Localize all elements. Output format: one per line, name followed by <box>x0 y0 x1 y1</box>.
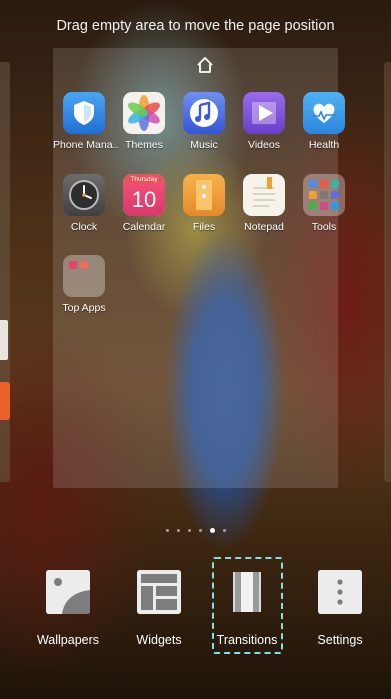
app-clock[interactable]: Clock <box>53 174 115 233</box>
widgets-icon <box>137 570 181 614</box>
clock-icon <box>63 174 105 216</box>
notepad-icon <box>243 174 285 216</box>
top-apps-folder-icon <box>63 255 105 297</box>
app-music[interactable]: Music <box>173 92 235 151</box>
app-health[interactable]: Health <box>293 92 355 151</box>
wallpapers-button[interactable]: Wallpapers <box>33 570 103 647</box>
next-page-preview[interactable] <box>384 62 391 482</box>
home-icon[interactable] <box>195 55 215 75</box>
app-calendar[interactable]: Thursday 10 Calendar <box>113 174 175 233</box>
app-videos[interactable]: Videos <box>233 92 295 151</box>
transitions-highlight-frame <box>212 557 283 654</box>
page-dot[interactable] <box>165 529 169 533</box>
page-dot[interactable] <box>222 529 226 533</box>
page-indicator[interactable] <box>0 522 391 540</box>
app-notepad[interactable]: Notepad <box>233 174 295 233</box>
wallpapers-icon <box>46 570 90 614</box>
calendar-icon: Thursday 10 <box>123 174 165 216</box>
app-phone-manager[interactable]: Phone Mana.. <box>53 92 118 151</box>
previous-page-widget <box>0 320 8 360</box>
settings-button[interactable]: Settings <box>305 570 375 647</box>
page-dot[interactable] <box>187 529 191 533</box>
page-dot[interactable] <box>198 529 202 533</box>
app-top-apps-folder[interactable]: Top Apps <box>53 255 115 314</box>
drag-hint-text: Drag empty area to move the page positio… <box>56 18 335 34</box>
health-icon <box>303 92 345 134</box>
files-icon <box>183 174 225 216</box>
phone-manager-icon <box>63 92 105 134</box>
page-dot-active[interactable] <box>209 528 215 534</box>
themes-icon <box>123 92 165 134</box>
app-files[interactable]: Files <box>173 174 235 233</box>
videos-icon <box>243 92 285 134</box>
app-tools-folder[interactable]: Tools <box>293 174 355 233</box>
app-themes[interactable]: Themes <box>113 92 175 151</box>
music-icon <box>183 92 225 134</box>
widgets-button[interactable]: Widgets <box>124 570 194 647</box>
tools-folder-icon <box>303 174 345 216</box>
calendar-day-number: 10 <box>123 184 165 216</box>
page-dot[interactable] <box>176 529 180 533</box>
settings-icon <box>318 570 362 614</box>
previous-page-accent <box>0 382 10 420</box>
